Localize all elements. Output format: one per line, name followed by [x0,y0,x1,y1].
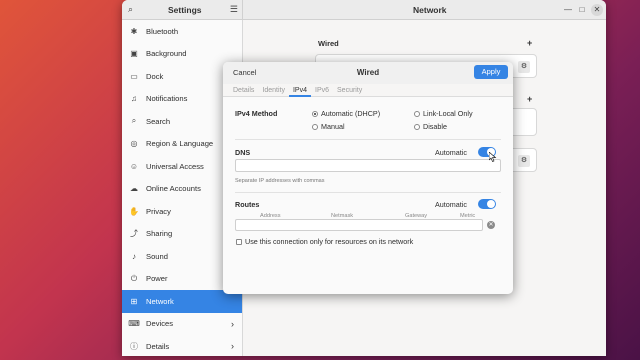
sidebar-item-label: Privacy [146,206,171,216]
search-icon[interactable]: ⌕ [128,4,140,16]
tab-details[interactable]: Details [229,84,258,97]
dns-input[interactable] [235,159,501,172]
info-icon: ⓘ [130,341,138,351]
power-icon: ⏻ [130,273,138,283]
network-icon: ⊞ [130,296,138,306]
apply-button[interactable]: Apply [474,65,508,79]
sidebar-item-label: Universal Access [146,161,204,171]
dialog-tabs: Details Identity IPv4 IPv6 Security [223,84,513,97]
page-header: Network — □ ✕ [243,0,606,19]
wired-settings-icon[interactable]: ⚙ [518,61,530,73]
sidebar-item-label: Search [146,116,171,126]
radio-dot [414,123,420,130]
dock-icon: ▭ [130,71,138,81]
globe-icon: ◎ [130,139,138,149]
add-wired-icon[interactable]: + [527,38,532,48]
accessibility-icon: ☺ [129,161,139,171]
radio-dot [312,110,318,117]
radio-manual[interactable]: Manual [312,122,345,131]
radio-link-local[interactable]: Link-Local Only [414,109,473,118]
tab-identity[interactable]: Identity [258,84,289,97]
restrict-network-checkbox[interactable]: Use this connection only for resources o… [236,237,413,246]
dns-hint: Separate IP addresses with commas [235,178,325,184]
add-vpn-icon[interactable]: + [527,94,532,104]
dialog-title: Wired [356,68,380,77]
proxy-settings-icon[interactable]: ⚙ [518,155,530,167]
chevron-right-icon: › [231,341,234,352]
bluetooth-icon: ✱ [130,26,138,36]
radio-disable[interactable]: Disable [414,122,447,131]
menu-icon[interactable]: ☰ [230,4,238,15]
dns-automatic-label: Automatic [435,148,467,157]
mouse-cursor-icon [489,152,497,162]
sidebar-item-label: Sound [146,251,168,261]
app-title: Settings [168,5,202,15]
sidebar-item-label: Power [146,274,168,284]
wired-heading: Wired [318,39,339,48]
sidebar-item-details[interactable]: ⓘ Details › [122,335,242,356]
radio-dot [312,123,318,130]
hand-icon: ✋ [129,206,139,216]
sidebar-item-label: Region & Language [146,139,214,149]
sidebar-item-label: Notifications [146,94,188,104]
background-icon: ▣ [130,49,138,59]
tab-ipv4[interactable]: IPv4 [288,84,311,97]
cloud-icon: ☁ [130,184,138,194]
ipv4-panel: IPv4 Method Automatic (DHCP) Link-Local … [223,97,513,293]
maximize-icon[interactable]: □ [576,4,588,16]
sidebar-item-label: Bluetooth [146,26,179,36]
sidebar-item-label: Online Accounts [146,184,201,194]
radio-label: Automatic (DHCP) [321,109,381,118]
radio-label: Manual [321,122,345,131]
divider [235,139,501,140]
sidebar-item-label: Background [146,49,187,59]
header-bar: ⌕ Settings ☰ Network — □ ✕ [122,0,606,20]
bell-icon: ♫ [131,94,137,104]
radio-label: Disable [423,122,447,131]
delete-route-icon[interactable]: ✕ [487,221,495,229]
close-icon[interactable]: ✕ [591,4,603,16]
sidebar-item-label: Sharing [146,229,173,239]
tab-ipv6[interactable]: IPv6 [311,84,333,97]
sidebar-item-label: Details [146,341,170,351]
radio-label: Link-Local Only [423,109,473,118]
dialog-header: Cancel Wired Apply [223,62,513,84]
route-row-input[interactable] [235,219,483,231]
wired-dialog: Cancel Wired Apply Details Identity IPv4 IP… [223,62,513,294]
page-title: Network [413,5,447,15]
chevron-right-icon: › [231,318,234,329]
ipv4-method-label: IPv4 Method [235,109,278,118]
devices-icon: ⌨ [128,319,140,329]
minimize-icon[interactable]: — [562,4,574,16]
share-icon: ⤴ [130,229,138,239]
radio-dot [414,110,420,117]
search-icon: ⌕ [131,116,137,126]
routes-label: Routes [235,200,260,209]
speaker-icon: ♪ [132,251,136,261]
sidebar-item-bluetooth[interactable]: ✱ Bluetooth [122,20,242,43]
checkbox-box [236,238,242,245]
sidebar-item-label: Dock [146,71,164,81]
checkbox-label: Use this connection only for resources o… [245,237,414,246]
sidebar-header: ⌕ Settings ☰ [122,0,243,19]
sidebar-item-label: Network [146,296,174,306]
divider [235,192,501,193]
dns-label: DNS [235,148,251,157]
radio-automatic-dhcp[interactable]: Automatic (DHCP) [312,109,380,118]
routes-automatic-label: Automatic [435,200,467,209]
tab-security[interactable]: Security [333,84,366,97]
sidebar-item-network[interactable]: ⊞ Network [122,290,242,313]
sidebar-item-label: Devices [146,319,174,329]
sidebar-item-devices[interactable]: ⌨ Devices › [122,313,242,336]
routes-automatic-toggle[interactable] [478,199,496,209]
